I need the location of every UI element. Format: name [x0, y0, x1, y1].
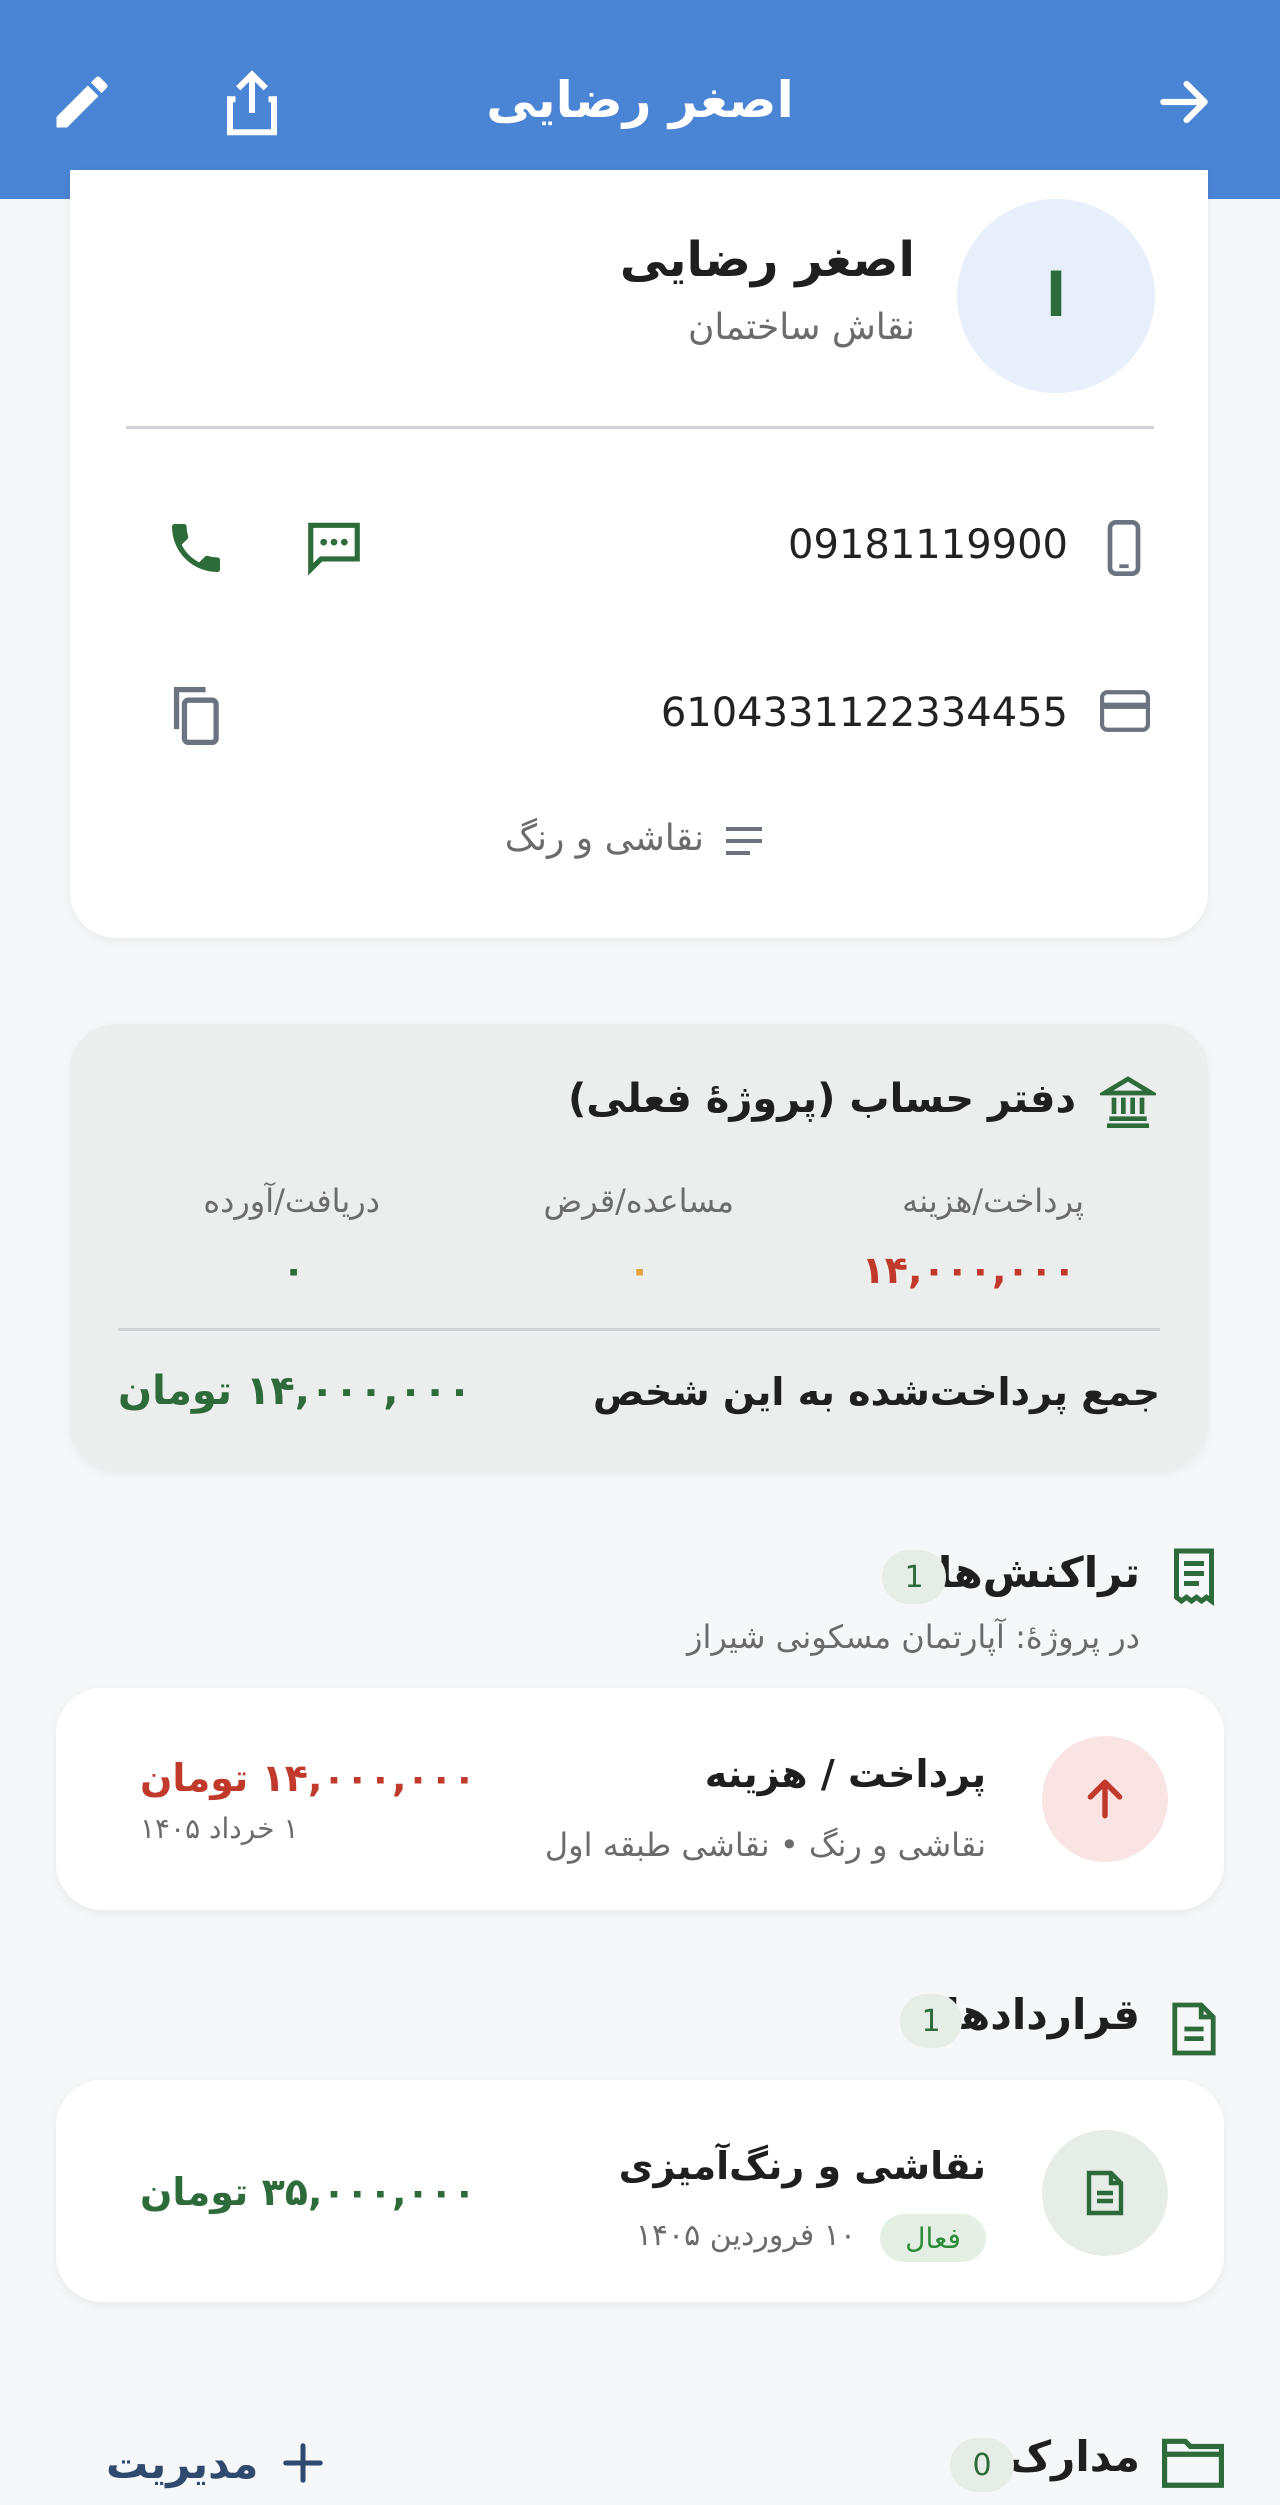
contract-date: ۱۰ فروردین ۱۴۰۵ [635, 2218, 856, 2253]
bank-icon [1096, 1072, 1160, 1132]
folder-icon [1162, 2436, 1224, 2492]
ledger-col-label-receipt: دریافت/آورده [203, 1182, 380, 1220]
profile-role: نقاش ساختمان [687, 307, 915, 348]
ledger-title: دفتر حساب (پروژهٔ فعلی) [568, 1076, 1076, 1122]
transaction-amount: ۱۴,۰۰۰,۰۰۰ تومان [140, 1756, 476, 1800]
transactions-subtitle: در پروژهٔ: آپارتمان مسکونی شیراز [687, 1618, 1140, 1656]
ledger-total-value: ۱۴,۰۰۰,۰۰۰ تومان [118, 1368, 472, 1414]
message-icon[interactable] [302, 515, 366, 581]
transactions-title: تراکنش‌ها [937, 1548, 1140, 1597]
avatar-letter: ا [1045, 261, 1067, 331]
category-label: نقاشی و رنگ [504, 818, 704, 859]
contract-document-icon [1042, 2130, 1168, 2256]
avatar: ا [957, 199, 1155, 393]
card-number: 6104331122334455 [660, 690, 1068, 736]
contracts-title: قراردادها [945, 1990, 1140, 2039]
documents-title: مدارک [1008, 2432, 1140, 2481]
copy-icon[interactable] [166, 684, 224, 752]
ledger-col-label-payment: پرداخت/هزینه [902, 1182, 1084, 1220]
ledger-col-value-receipt: ۰ [282, 1248, 306, 1292]
credit-card-icon [1100, 690, 1150, 736]
profile-name: اصغر رضایی [619, 232, 915, 288]
arrow-forward-icon[interactable] [1142, 60, 1226, 144]
contracts-count-badge: 1 [900, 1994, 962, 2048]
page-title: اصغر رضایی [486, 71, 794, 129]
payment-out-icon [1042, 1736, 1168, 1862]
profile-divider [126, 426, 1154, 429]
ledger-col-value-advance: ۰ [628, 1248, 652, 1292]
contract-status-label: فعال [905, 2221, 961, 2255]
transaction-title: پرداخت / هزینه [704, 1752, 986, 1796]
notes-icon [724, 824, 764, 862]
transaction-detail: نقاشی و رنگ • نقاشی طبقه اول [544, 1826, 986, 1864]
manage-label: مدیریت [106, 2438, 259, 2488]
contract-title: نقاشی و رنگ‌آمیزی [618, 2144, 986, 2188]
phone-number: 09181119900 [788, 522, 1068, 568]
mobile-icon [1104, 520, 1144, 580]
transaction-date: ۱ خرداد ۱۴۰۵ [140, 1812, 299, 1845]
edit-icon[interactable] [40, 62, 124, 142]
document-icon [1170, 2000, 1218, 2062]
plus-icon [283, 2443, 324, 2483]
documents-count-badge: 0 [950, 2438, 1014, 2492]
share-icon[interactable] [210, 60, 294, 144]
ledger-total-label: جمع پرداخت‌شده به این شخص [593, 1370, 1160, 1414]
contract-status-badge: فعال [880, 2214, 986, 2262]
transactions-count-badge: 1 [882, 1550, 946, 1604]
phone-call-icon[interactable] [164, 516, 228, 584]
receipt-icon [1166, 1546, 1222, 1610]
contract-amount: ۳۵,۰۰۰,۰۰۰ تومان [140, 2170, 476, 2214]
ledger-col-label-advance: مساعده/قرض [543, 1182, 734, 1220]
ledger-col-value-payment: ۱۴,۰۰۰,۰۰۰ [861, 1248, 1076, 1292]
manage-documents-button[interactable]: مدیریت [106, 2428, 326, 2498]
ledger-divider [118, 1328, 1160, 1331]
